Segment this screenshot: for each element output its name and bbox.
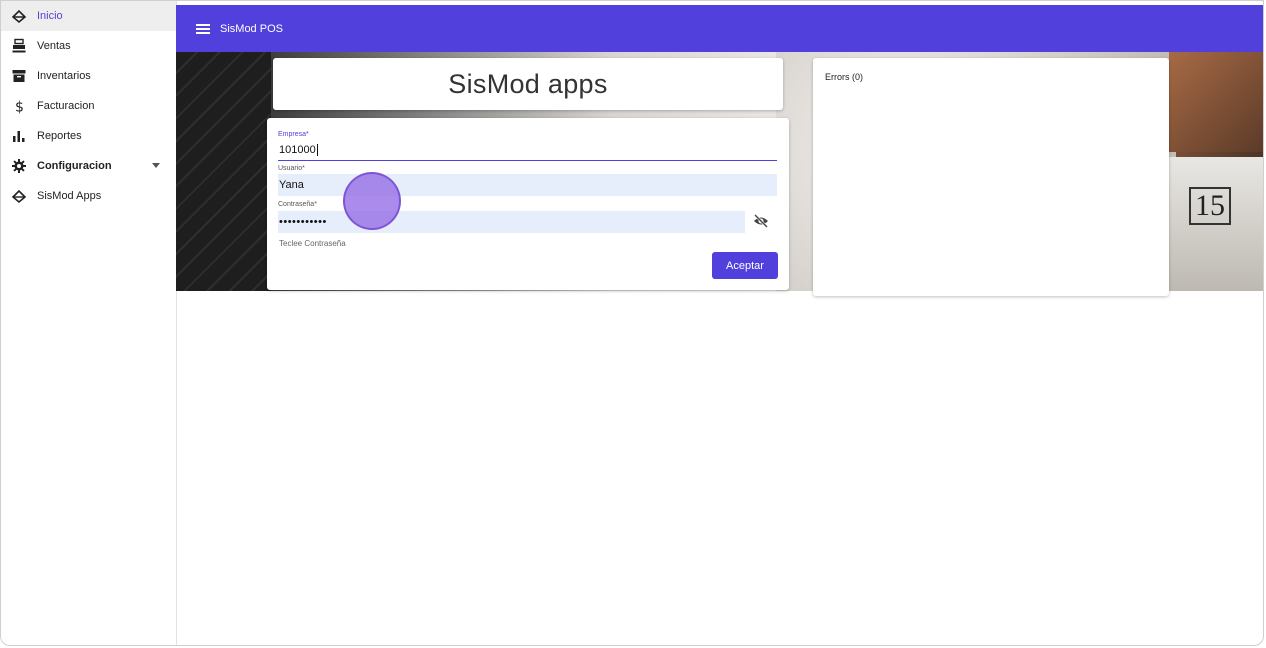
app-title-card: SisMod apps xyxy=(273,58,783,110)
empresa-label: Empresa* xyxy=(278,131,309,138)
click-indicator xyxy=(343,172,401,230)
home-diamond-icon xyxy=(11,8,27,24)
sidebar-item-facturacion[interactable]: $ Facturacion xyxy=(1,91,176,121)
laptop-keyboard-photo xyxy=(176,52,271,291)
sidebar-item-inicio[interactable]: Inicio xyxy=(1,1,176,31)
sidebar-item-label: Facturacion xyxy=(37,100,95,112)
home-diamond-icon xyxy=(11,188,27,204)
sidebar-item-label: Reportes xyxy=(37,130,82,142)
archive-box-icon xyxy=(11,68,27,84)
cash-register-icon xyxy=(11,38,27,54)
aceptar-button[interactable]: Aceptar xyxy=(712,252,778,279)
bar-chart-icon xyxy=(11,128,27,144)
errors-panel: Errors (0) xyxy=(813,58,1169,296)
svg-text:$: $ xyxy=(15,100,24,115)
menu-icon[interactable] xyxy=(196,23,210,34)
empresa-field: Empresa* 101000 xyxy=(278,130,777,161)
calendar-paper-photo: 15 xyxy=(1169,157,1263,291)
leather-wallet-photo xyxy=(1169,52,1263,152)
sidebar-item-label: Configuracion xyxy=(37,160,112,172)
gear-icon xyxy=(11,158,27,174)
sidebar-item-label: Inventarios xyxy=(37,70,91,82)
page-title: SisMod apps xyxy=(448,68,608,99)
sidebar-item-label: SisMod Apps xyxy=(37,190,102,202)
usuario-label: Usuario* xyxy=(278,165,305,172)
errors-title: Errors (0) xyxy=(825,72,863,82)
empresa-input[interactable]: 101000 xyxy=(278,139,777,161)
calendar-number: 15 xyxy=(1189,187,1231,225)
sidebar-item-ventas[interactable]: Ventas xyxy=(1,31,176,61)
sidebar-item-reportes[interactable]: Reportes xyxy=(1,121,176,151)
password-hint: Teclee Contraseña xyxy=(279,239,346,248)
sidebar: Inicio Ventas Inventarios $ Facturacion … xyxy=(1,1,177,645)
top-app-bar: SisMod POS xyxy=(176,5,1263,52)
sidebar-item-sismod-apps[interactable]: SisMod Apps xyxy=(1,181,176,211)
sidebar-item-inventarios[interactable]: Inventarios xyxy=(1,61,176,91)
sidebar-item-configuracion[interactable]: Configuracion xyxy=(1,151,176,181)
dollar-icon: $ xyxy=(11,98,27,115)
app-window: Inicio Ventas Inventarios $ Facturacion … xyxy=(0,0,1264,646)
visibility-off-icon[interactable] xyxy=(745,209,777,233)
sidebar-item-label: Inicio xyxy=(37,10,63,22)
chevron-down-icon[interactable] xyxy=(152,163,160,168)
sidebar-item-label: Ventas xyxy=(37,40,71,52)
app-bar-title: SisMod POS xyxy=(220,22,283,35)
